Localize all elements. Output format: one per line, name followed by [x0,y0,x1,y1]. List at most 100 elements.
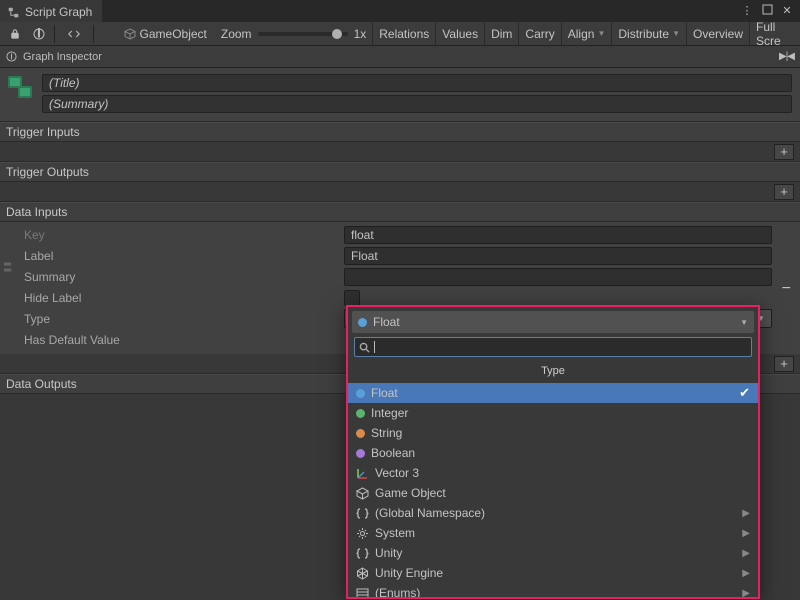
gameobject-picker[interactable]: GameObject [124,27,215,41]
mode-carry[interactable]: Carry [518,22,560,45]
summary-label: Summary [24,270,344,284]
chevron-right-icon: ▶ [742,588,750,598]
lock-icon [10,29,20,39]
chevron-down-icon: ▼ [740,318,748,327]
chevron-right-icon: ▶ [742,568,750,579]
unity-icon [356,567,369,580]
mode-values[interactable]: Values [435,22,484,45]
info-icon: i [33,28,45,40]
namespace-icon [356,547,369,560]
collapse-inspector-button[interactable]: ▶|◀ [779,51,794,62]
type-picker-current[interactable]: Float ▼ [352,311,754,333]
type-dot-icon [356,409,365,418]
summary-field[interactable] [344,268,772,286]
code-button[interactable] [59,25,89,43]
tab-menu-button[interactable]: ⋮ [740,4,754,18]
check-icon: ✔ [739,385,750,401]
mode-dim[interactable]: Dim [484,22,518,45]
tab-label: Script Graph [25,5,92,19]
type-item-label: (Global Namespace) [375,506,485,520]
type-item[interactable]: Game Object [348,483,758,503]
lock-button[interactable] [4,25,26,43]
hide-label-label: Hide Label [24,291,344,305]
mode-distribute[interactable]: Distribute▼ [611,22,686,45]
type-item-label: Unity Engine [375,566,443,580]
section-data-inputs[interactable]: Data Inputs [0,202,800,222]
type-item[interactable]: (Enums) ▶ [348,583,758,597]
type-item[interactable]: Float ✔ [348,383,758,403]
label-field[interactable]: Float [344,247,772,265]
type-item-label: String [371,426,402,440]
graph-icon [8,7,19,18]
type-item-label: Integer [371,406,408,420]
section-trigger-inputs[interactable]: Trigger Inputs [0,122,800,142]
type-item[interactable]: Boolean [348,443,758,463]
type-item-label: System [375,526,415,540]
mode-relations[interactable]: Relations [372,22,435,45]
enum-icon [356,587,369,598]
has-default-label: Has Default Value [24,333,344,347]
zoom-slider[interactable] [258,32,348,36]
vector-icon [356,467,369,480]
chevron-right-icon: ▶ [742,508,750,519]
search-icon [359,342,370,353]
mode-overview[interactable]: Overview [686,22,749,45]
mode-align[interactable]: Align▼ [561,22,612,45]
toolbar-modes: Relations Values Dim Carry Align▼ Distri… [372,22,796,45]
graph-title-area: (Title) (Summary) [0,68,800,122]
svg-text:i: i [38,28,41,40]
hide-label-checkbox[interactable] [344,290,360,306]
zoom-value: 1x [354,27,367,41]
info-icon: i [6,51,17,62]
zoom-label: Zoom [221,27,252,41]
info-button[interactable]: i [28,25,50,43]
type-item-label: (Enums) [375,586,420,597]
type-dot-icon [356,449,365,458]
type-picker-heading: Type [348,361,758,383]
label-label: Label [24,249,344,263]
type-item[interactable]: String [348,423,758,443]
type-item-label: Vector 3 [375,466,419,480]
window-popup-button[interactable] [760,4,774,19]
type-item[interactable]: Vector 3 [348,463,758,483]
key-field[interactable]: float [344,226,772,244]
svg-text:i: i [10,51,12,62]
cube-icon [124,28,136,40]
inspector-bar: i Graph Inspector ▶|◀ [0,46,800,68]
type-dot-icon [356,429,365,438]
namespace-icon [356,507,369,520]
type-search-input[interactable] [354,337,752,357]
chevron-right-icon: ▶ [742,528,750,539]
tab-script-graph[interactable]: Script Graph [0,0,102,22]
popup-icon [762,4,773,15]
type-item-label: Unity [375,546,402,560]
type-item[interactable]: Integer [348,403,758,423]
chevron-right-icon: ▶ [742,548,750,559]
gameobject-label: GameObject [140,27,215,41]
toolbar: i GameObject Zoom 1x Relations Values Di… [0,22,800,46]
cube-icon [356,487,369,500]
graph-title-input[interactable]: (Title) [42,74,792,92]
type-dot-icon [356,389,365,398]
gear-icon [356,527,369,540]
type-item[interactable]: System ▶ [348,523,758,543]
section-trigger-outputs[interactable]: Trigger Outputs [0,162,800,182]
type-item-label: Float [371,386,398,400]
type-item-label: Boolean [371,446,415,460]
type-label: Type [24,312,344,326]
graph-summary-input[interactable]: (Summary) [42,95,792,113]
add-trigger-input-button[interactable]: + [774,144,794,160]
add-data-input-button[interactable]: + [774,356,794,372]
code-icon [68,28,80,40]
graph-icon [8,76,34,102]
drag-handle-icon[interactable]: ══ [4,262,11,274]
type-picker-popup: Float ▼ Type Float ✔ Integer String Boolean V… [346,305,760,599]
add-trigger-output-button[interactable]: + [774,184,794,200]
remove-data-input-button[interactable]: − [782,280,791,298]
type-item[interactable]: Unity ▶ [348,543,758,563]
mode-fullscreen[interactable]: Full Scre [749,22,796,45]
type-dot-icon [358,318,367,327]
type-item[interactable]: Unity Engine ▶ [348,563,758,583]
window-close-button[interactable]: ✕ [780,4,794,18]
type-item[interactable]: (Global Namespace) ▶ [348,503,758,523]
